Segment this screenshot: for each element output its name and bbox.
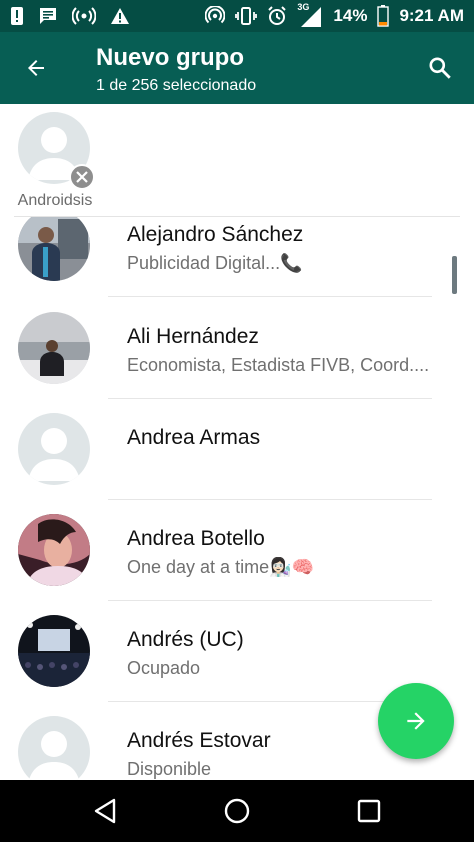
contact-status: One day at a time👩🏻‍🔬🧠: [127, 557, 314, 577]
alarm-icon: [267, 6, 287, 26]
battery-icon: [377, 5, 390, 27]
arrow-forward-icon: [407, 712, 425, 730]
vibrate-icon: [235, 6, 258, 26]
selected-contact-chip[interactable]: Androidsis: [14, 112, 96, 216]
contact-name: Andrea Botello: [127, 527, 265, 550]
back-button[interactable]: [18, 50, 54, 86]
system-nav-bar: [0, 780, 474, 842]
contact-row[interactable]: Andrea Botello One day at a time👩🏻‍🔬🧠: [0, 499, 474, 601]
warning-icon: [110, 7, 130, 25]
recents-square-icon: [357, 799, 381, 823]
signal-icon: 3G: [297, 2, 323, 27]
selected-contact-name: Androidsis: [17, 192, 93, 209]
network-type-label: 3G: [297, 2, 310, 12]
contact-status: Economista, Estadista FIVB, Coord....: [127, 355, 430, 375]
search-icon: [429, 57, 451, 79]
contact-status: Publicidad Digital...📞: [127, 253, 303, 273]
remove-selected-button[interactable]: [69, 164, 95, 190]
avatar: [18, 716, 90, 780]
contact-status: Disponible: [127, 759, 212, 779]
contact-photo: [18, 312, 90, 384]
contact-row[interactable]: Alejandro Sánchez Publicidad Digital...📞: [0, 217, 474, 297]
page-title: Nuevo grupo: [96, 44, 244, 71]
avatar: [18, 615, 90, 687]
clock: 9:21 AM: [399, 6, 464, 25]
default-avatar-icon: [18, 413, 90, 485]
nav-home-button[interactable]: [220, 794, 254, 828]
selection-count: 1 de 256 seleccionado: [96, 77, 257, 94]
battery-percent: 14%: [333, 6, 368, 25]
contact-row[interactable]: Andrea Armas: [0, 398, 474, 500]
contact-status: Ocupado: [127, 658, 201, 678]
hotspot-icon: [205, 6, 226, 26]
home-circle-icon: [224, 798, 250, 824]
avatar: [18, 312, 90, 384]
contact-name: Andrés Estovar: [127, 729, 271, 752]
message-icon: [38, 7, 58, 25]
next-button[interactable]: [378, 683, 454, 759]
avatar: [18, 217, 90, 281]
contact-name: Andrés (UC): [127, 628, 244, 651]
contact-name: Andrea Armas: [127, 426, 261, 449]
contact-photo: [18, 514, 90, 586]
contact-name: Ali Hernández: [127, 325, 259, 348]
avatar: [18, 413, 90, 485]
app-bar: Nuevo grupo 1 de 256 seleccionado: [0, 32, 474, 104]
selected-contacts-strip: Androidsis: [0, 104, 474, 216]
arrow-back-icon: [28, 60, 44, 76]
contact-photo: [18, 615, 90, 687]
scrollbar-thumb[interactable]: [452, 256, 457, 294]
contact-name: Alejandro Sánchez: [127, 223, 304, 246]
nav-recents-button[interactable]: [352, 794, 386, 828]
contact-row[interactable]: Ali Hernández Economista, Estadista FIVB…: [0, 297, 474, 399]
status-bar: 3G 14% 9:21 AM: [0, 0, 474, 32]
contact-photo: [18, 217, 90, 281]
search-button[interactable]: [422, 50, 458, 86]
close-icon: [76, 171, 88, 183]
nav-back-button[interactable]: [88, 794, 122, 828]
radio-icon: [72, 7, 96, 25]
back-triangle-icon: [94, 798, 116, 824]
notification-icon: [10, 6, 24, 26]
default-avatar-icon: [18, 716, 90, 780]
avatar: [18, 514, 90, 586]
